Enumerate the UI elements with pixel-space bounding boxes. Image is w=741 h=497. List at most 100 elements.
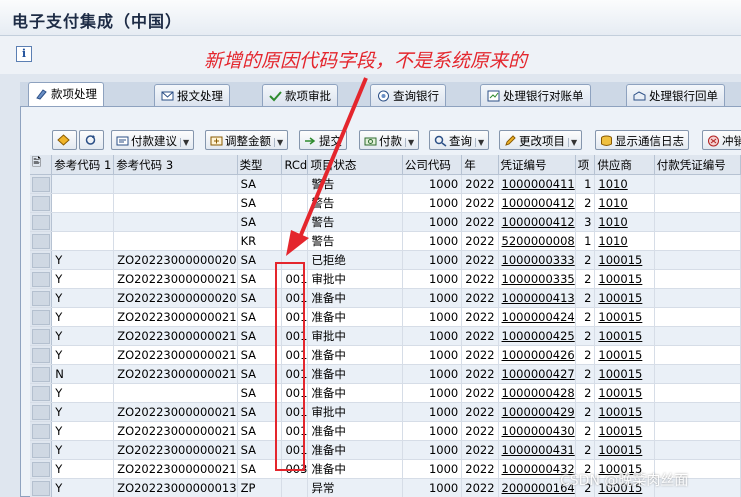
table-cell[interactable]: 1010	[594, 212, 655, 232]
table-cell: 2	[575, 307, 596, 327]
table-row[interactable]: Y ZO20223000000021 SA 001 准备中 1000 2022 1000000…	[30, 421, 741, 441]
query-button[interactable]: 查询 ▼	[429, 130, 490, 150]
table-cell[interactable]: 1000000412	[498, 193, 576, 213]
row-selector[interactable]	[30, 478, 53, 497]
select-column-header[interactable]: 🖹	[30, 155, 53, 175]
table-cell[interactable]: 1000000413	[498, 288, 576, 308]
payment-proposal-button[interactable]: 付款建议 ▼	[111, 130, 195, 150]
column-header[interactable]: 凭证编号	[498, 155, 576, 175]
table-cell[interactable]: 1000000431	[498, 440, 576, 460]
table-row[interactable]: Y ZO20223000000021 SA 001 准备中 1000 2022 1000000…	[30, 307, 741, 327]
column-header[interactable]: 参考代码 1	[51, 155, 115, 175]
tab-payment-processing[interactable]: 款项处理	[28, 82, 104, 106]
table-row[interactable]: Y ZO20223000000021 SA 001 审批中 1000 2022 1000000…	[30, 269, 741, 289]
dropdown-arrow-icon[interactable]: ▼	[568, 138, 577, 147]
table-cell[interactable]: 1000000411	[498, 174, 576, 194]
table-cell[interactable]: 100015	[594, 402, 655, 422]
button-label: 查询	[449, 134, 472, 148]
tab-bank-receipt[interactable]: 处理银行回单	[626, 84, 725, 106]
table-row[interactable]: Y ZO20223000000020 SA 001 准备中 1000 2022 1000000…	[30, 288, 741, 308]
table-cell[interactable]: 100015	[594, 288, 655, 308]
table-cell[interactable]: 1010	[594, 174, 655, 194]
column-header[interactable]: 付款凭证编号	[654, 155, 741, 175]
table-row[interactable]: SA 警告 1000 2022 1000000412 2 1010	[30, 193, 741, 213]
button-label: 更改项目	[519, 134, 565, 148]
table-cell[interactable]: 1000000425	[498, 326, 576, 346]
table-row[interactable]: Y ZO20223000000021 SA 001 准备中 1000 2022 1000000…	[30, 345, 741, 365]
table-row[interactable]: SA 警告 1000 2022 1000000412 3 1010	[30, 212, 741, 232]
reverse-button[interactable]: 冲销	[702, 130, 741, 150]
row-selector[interactable]	[30, 421, 53, 441]
column-header[interactable]: 供应商	[594, 155, 655, 175]
table-row[interactable]: Y ZO20223000000020 SA 已拒绝 1000 2022 1000000333…	[30, 250, 741, 270]
row-selector[interactable]	[30, 383, 53, 403]
table-row[interactable]: Y ZO20223000000021 SA 001 准备中 1000 2022 1000000…	[30, 440, 741, 460]
table-cell[interactable]: 100015	[594, 440, 655, 460]
table-cell	[654, 212, 741, 232]
table-cell: 1000	[402, 193, 463, 213]
table-cell[interactable]: 100015	[594, 421, 655, 441]
table-cell[interactable]: 1000000424	[498, 307, 576, 327]
table-cell[interactable]: 1000000427	[498, 364, 576, 384]
table-row[interactable]: Y ZO20223000000021 SA 001 审批中 1000 2022 1000000…	[30, 326, 741, 346]
adjust-amount-button[interactable]: 调整金额 ▼	[205, 130, 289, 150]
table-row[interactable]: SA警告10002022100000041111010	[30, 174, 741, 194]
table-cell[interactable]: 1010	[594, 231, 655, 251]
table-cell[interactable]: 1000000412	[498, 212, 576, 232]
refresh-button[interactable]	[79, 130, 104, 150]
column-header[interactable]: 类型	[237, 155, 283, 175]
table-cell[interactable]: 100015	[594, 364, 655, 384]
row-selector[interactable]	[30, 440, 53, 460]
table-cell: Y	[51, 307, 115, 327]
table-cell[interactable]: 1000000426	[498, 345, 576, 365]
table-cell[interactable]: 1000000428	[498, 383, 576, 403]
table-cell[interactable]: 1000000333	[498, 250, 576, 270]
dropdown-arrow-icon[interactable]: ▼	[405, 138, 414, 147]
table-row[interactable]: Y ZO20223000000021 SA 001 审批中 1000 2022 1000000…	[30, 402, 741, 422]
row-selector[interactable]	[30, 307, 53, 327]
show-log-button[interactable]: 显示通信日志	[595, 130, 689, 150]
row-selector[interactable]	[30, 326, 53, 346]
column-header[interactable]: 年	[461, 155, 499, 175]
table-cell[interactable]: 100015	[594, 307, 655, 327]
info-icon[interactable]: i	[16, 46, 32, 62]
table-cell[interactable]: 1000000429	[498, 402, 576, 422]
table-cell[interactable]: 100015	[594, 269, 655, 289]
dropdown-arrow-icon[interactable]: ▼	[180, 138, 189, 147]
table-cell	[51, 174, 115, 194]
table-cell[interactable]: 1000000335	[498, 269, 576, 289]
row-selector[interactable]	[30, 345, 53, 365]
table-cell[interactable]: 100015	[594, 345, 655, 365]
table-cell[interactable]: 1010	[594, 193, 655, 213]
table-row[interactable]: N ZO20223000000021 SA 001 准备中 1000 2022 1000000…	[30, 364, 741, 384]
row-selector[interactable]	[30, 402, 53, 422]
table-cell: Y	[51, 440, 115, 460]
column-header[interactable]: 项	[575, 155, 596, 175]
table-row[interactable]: KR 警告 1000 2022 5200000008 1 1010	[30, 231, 741, 251]
table-cell[interactable]: 5200000008	[498, 231, 576, 251]
row-selector[interactable]	[30, 269, 53, 289]
tab-query-bank[interactable]: 查询银行	[370, 84, 446, 106]
table-cell: 2022	[461, 307, 499, 327]
table-row[interactable]: Y SA 001 准备中 1000 2022 1000000428 2 100015	[30, 383, 741, 403]
tab-bank-statement[interactable]: 处理银行对账单	[480, 84, 591, 106]
column-header[interactable]: 参考代码 3	[113, 155, 238, 175]
tab-message-processing[interactable]: 报文处理	[154, 84, 230, 106]
row-selector[interactable]	[30, 231, 53, 251]
row-selector[interactable]	[30, 250, 53, 270]
column-header[interactable]: 公司代码	[402, 155, 463, 175]
row-selector[interactable]	[30, 193, 53, 213]
row-selector[interactable]	[30, 174, 53, 194]
dropdown-arrow-icon[interactable]: ▼	[475, 138, 484, 147]
row-selector[interactable]	[30, 364, 53, 384]
table-cell: ZO20223000000021	[113, 269, 238, 289]
table-cell[interactable]: 100015	[594, 383, 655, 403]
table-cell[interactable]: 100015	[594, 326, 655, 346]
select-all-button[interactable]	[52, 130, 77, 150]
table-cell[interactable]: 100015	[594, 250, 655, 270]
row-selector[interactable]	[30, 459, 53, 479]
edit-item-button[interactable]: 更改项目 ▼	[499, 130, 583, 150]
table-cell[interactable]: 1000000430	[498, 421, 576, 441]
row-selector[interactable]	[30, 212, 53, 232]
row-selector[interactable]	[30, 288, 53, 308]
